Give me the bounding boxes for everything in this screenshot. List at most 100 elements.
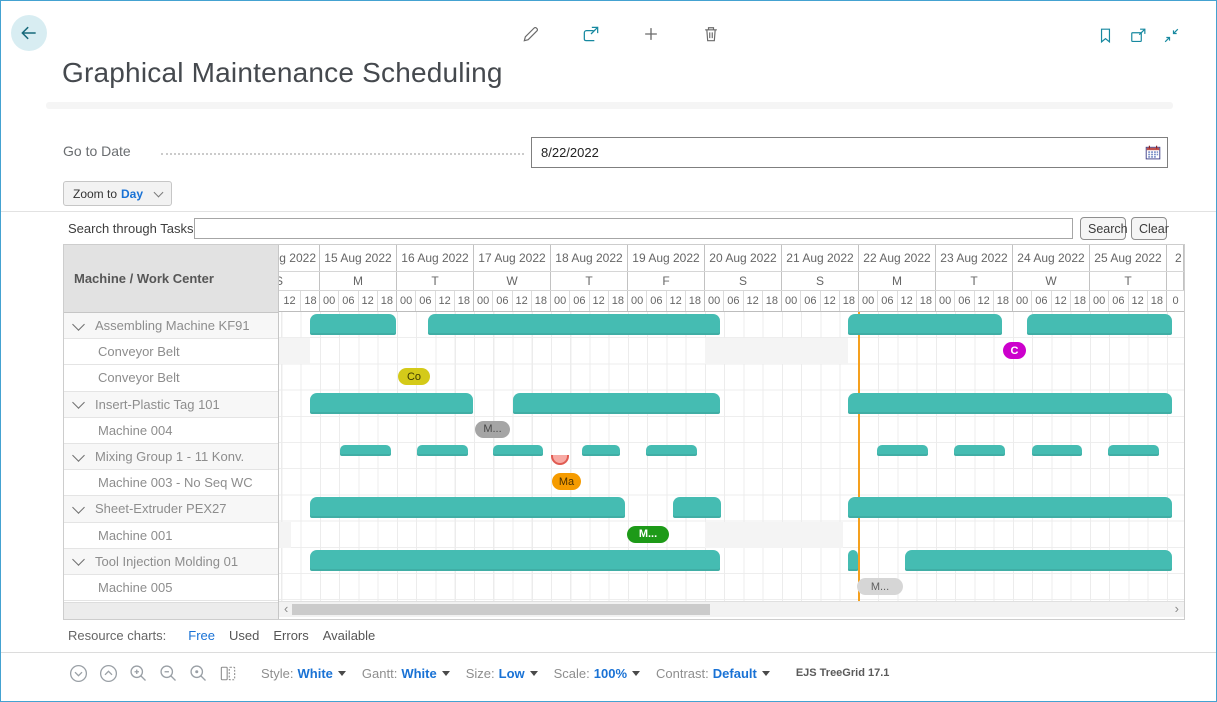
status-control-value: Low — [499, 666, 525, 681]
resource-chart-link[interactable]: Available — [323, 628, 376, 643]
edit-icon[interactable] — [520, 23, 542, 45]
machine-row[interactable]: Machine 005 — [64, 575, 278, 601]
gantt-task-bar[interactable] — [1027, 314, 1172, 335]
chevron-down-icon[interactable] — [72, 501, 85, 514]
search-tasks-input[interactable] — [194, 218, 1073, 239]
gantt-task-bar[interactable] — [513, 393, 720, 414]
gantt-task-bar[interactable] — [1032, 445, 1082, 456]
collapse-rows-icon[interactable] — [67, 662, 89, 684]
machine-row[interactable]: Machine 001 — [64, 523, 278, 549]
machine-row[interactable]: Machine 003 - No Seq WC — [64, 470, 278, 496]
pages-icon[interactable] — [217, 662, 239, 684]
gantt-task-bar[interactable] — [673, 497, 721, 518]
share-icon[interactable] — [580, 23, 602, 45]
gantt-task-bar[interactable] — [340, 445, 391, 456]
machine-row[interactable]: Conveyor Belt — [64, 365, 278, 391]
day-letter-cell-text: T — [551, 272, 627, 290]
day-letter-cell: M — [320, 272, 397, 290]
gantt-task-bar[interactable] — [848, 497, 1172, 518]
day-letter-partial — [1167, 272, 1184, 290]
machine-group-row[interactable]: Tool Injection Molding 01 — [64, 549, 278, 575]
app-window: Graphical Maintenance Scheduling Go to D… — [0, 0, 1217, 702]
collapse-icon[interactable] — [1160, 24, 1182, 46]
goto-date-input[interactable] — [532, 145, 1139, 160]
gantt-task-pill[interactable]: M... — [627, 526, 669, 543]
horizontal-scrollbar[interactable]: ‹ › — [279, 601, 1184, 617]
gantt-task-pill[interactable]: M... — [475, 421, 510, 438]
bookmark-icon[interactable] — [1094, 24, 1116, 46]
status-control[interactable]: Contrast:Default — [656, 666, 770, 681]
chevron-down-icon[interactable] — [72, 449, 85, 462]
gantt-task-bar[interactable] — [310, 550, 720, 571]
gantt-task-pill[interactable]: Ma — [552, 473, 581, 490]
gantt-task-bar[interactable] — [1108, 445, 1159, 456]
hour-cell: 00 — [1013, 291, 1032, 311]
resource-chart-link[interactable]: Errors — [273, 628, 308, 643]
machine-group-row[interactable]: Assembling Machine KF91 — [64, 313, 278, 339]
gantt-task-bar[interactable] — [310, 497, 625, 518]
open-window-icon[interactable] — [1127, 24, 1149, 46]
hour-group: 00061218 — [705, 291, 782, 311]
add-icon[interactable] — [640, 23, 662, 45]
gantt-task-bar[interactable] — [954, 445, 1005, 456]
gantt-task-pill[interactable]: C — [1003, 342, 1026, 359]
status-control-label: Contrast: — [656, 666, 709, 681]
resource-chart-link[interactable]: Used — [229, 628, 259, 643]
chevron-down-icon[interactable] — [72, 553, 85, 566]
delete-icon[interactable] — [700, 23, 722, 45]
gantt-task-pill[interactable]: Co — [398, 368, 430, 385]
gantt-task-bar[interactable] — [310, 393, 473, 414]
gantt-task-bar[interactable] — [848, 550, 858, 571]
gantt-milestone[interactable] — [551, 455, 569, 465]
machine-group-row[interactable]: Sheet-Extruder PEX27 — [64, 496, 278, 522]
machine-row[interactable]: Machine 004 — [64, 418, 278, 444]
hour-cell: 18 — [1071, 291, 1089, 311]
status-controls: Style:WhiteGantt:WhiteSize:LowScale:100%… — [261, 666, 770, 681]
day-letter-cell: M — [859, 272, 936, 290]
gantt-task-bar[interactable] — [877, 445, 928, 456]
machine-row[interactable]: Conveyor Belt — [64, 339, 278, 365]
caret-down-icon — [442, 671, 450, 676]
gantt-task-bar[interactable] — [428, 314, 720, 335]
resource-chart-link[interactable]: Free — [188, 628, 215, 643]
zoom-to-value: Day — [121, 187, 143, 201]
search-button[interactable]: Search — [1080, 217, 1126, 240]
gantt-task-bar[interactable] — [582, 445, 620, 456]
gantt-task-bar[interactable] — [905, 550, 1172, 571]
gantt-task-pill[interactable]: M... — [857, 578, 903, 595]
status-control[interactable]: Style:White — [261, 666, 346, 681]
gantt-task-bar[interactable] — [848, 393, 1172, 414]
back-button[interactable] — [11, 15, 47, 51]
gantt-task-bar[interactable] — [310, 314, 396, 335]
calendar-icon[interactable] — [1139, 138, 1167, 167]
status-control[interactable]: Gantt:White — [362, 666, 450, 681]
machine-group-row[interactable]: Insert-Plastic Tag 101 — [64, 392, 278, 418]
gantt-task-bar[interactable] — [848, 314, 1002, 335]
zoom-to-select[interactable]: Zoom to Day — [63, 181, 172, 206]
clear-button[interactable]: Clear — [1131, 217, 1167, 240]
zoom-out-icon[interactable] — [157, 662, 179, 684]
scroll-left-icon[interactable]: ‹ — [284, 602, 288, 616]
gantt-task-bar[interactable] — [417, 445, 468, 456]
date-cell: 24 Aug 2022 — [1013, 245, 1090, 271]
status-control-value: White — [401, 666, 436, 681]
scrollbar-thumb[interactable] — [292, 604, 710, 615]
scroll-right-icon[interactable]: › — [1175, 602, 1179, 616]
gantt-task-bar[interactable] — [493, 445, 543, 456]
date-cell: 23 Aug 2022 — [936, 245, 1013, 271]
machine-row-label: Insert-Plastic Tag 101 — [95, 397, 220, 412]
chevron-down-icon[interactable] — [72, 396, 85, 409]
machine-group-row[interactable]: Mixing Group 1 - 11 Konv. — [64, 444, 278, 470]
gantt-task-bar[interactable] — [646, 445, 697, 456]
status-control[interactable]: Scale:100% — [554, 666, 640, 681]
zoom-in-icon[interactable] — [127, 662, 149, 684]
status-control-label: Style: — [261, 666, 294, 681]
hour-cell: 18 — [378, 291, 396, 311]
zoom-to-prefix: Zoom to — [73, 187, 117, 201]
hour-cell: 00 — [782, 291, 801, 311]
expand-rows-icon[interactable] — [97, 662, 119, 684]
zoom-reset-icon[interactable] — [187, 662, 209, 684]
chevron-down-icon[interactable] — [72, 318, 85, 331]
status-control[interactable]: Size:Low — [466, 666, 538, 681]
grid-corner-bottom — [64, 602, 278, 619]
